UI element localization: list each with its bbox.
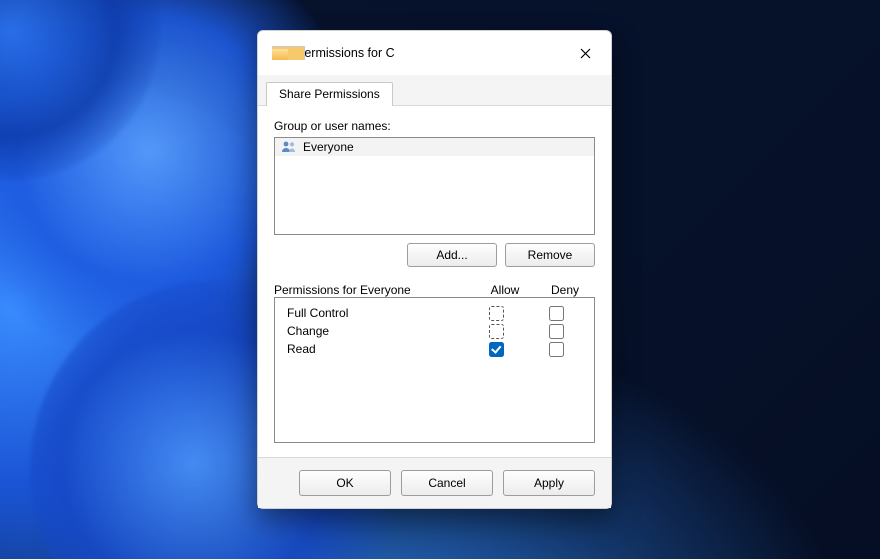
allow-checkbox-read[interactable] bbox=[489, 342, 504, 357]
deny-checkbox-full-control[interactable] bbox=[549, 306, 564, 321]
apply-button[interactable]: Apply bbox=[503, 470, 595, 496]
cancel-button[interactable]: Cancel bbox=[401, 470, 493, 496]
dialog-title: Permissions for C bbox=[296, 46, 565, 60]
permissions-for-label: Permissions for Everyone bbox=[274, 283, 475, 297]
tab-body: Group or user names: Everyone Add bbox=[258, 106, 611, 457]
remove-button[interactable]: Remove bbox=[505, 243, 595, 267]
close-icon bbox=[580, 48, 591, 59]
permission-row: Full Control bbox=[283, 304, 586, 322]
allow-checkbox-change[interactable] bbox=[489, 324, 504, 339]
permission-name: Full Control bbox=[283, 306, 466, 320]
folder-icon bbox=[272, 46, 288, 60]
principals-listbox[interactable]: Everyone bbox=[274, 137, 595, 235]
tab-strip: Share Permissions bbox=[258, 75, 611, 106]
permission-name: Change bbox=[283, 324, 466, 338]
group-label: Group or user names: bbox=[274, 119, 595, 133]
permission-row: Change bbox=[283, 322, 586, 340]
close-button[interactable] bbox=[565, 38, 605, 68]
titlebar: Permissions for C bbox=[258, 31, 611, 75]
desktop-wallpaper: Permissions for C Share Permissions Grou… bbox=[0, 0, 880, 559]
permission-name: Read bbox=[283, 342, 466, 356]
column-deny: Deny bbox=[535, 283, 595, 297]
permissions-dialog: Permissions for C Share Permissions Grou… bbox=[257, 30, 612, 509]
principal-row[interactable]: Everyone bbox=[275, 138, 594, 156]
users-icon bbox=[281, 140, 297, 154]
principal-name: Everyone bbox=[303, 140, 354, 154]
permissions-listbox: Full Control Change Read bbox=[274, 297, 595, 443]
permission-row: Read bbox=[283, 340, 586, 358]
column-allow: Allow bbox=[475, 283, 535, 297]
ok-button[interactable]: OK bbox=[299, 470, 391, 496]
deny-checkbox-change[interactable] bbox=[549, 324, 564, 339]
tab-share-permissions[interactable]: Share Permissions bbox=[266, 82, 393, 106]
dialog-footer: OK Cancel Apply bbox=[258, 457, 611, 508]
allow-checkbox-full-control[interactable] bbox=[489, 306, 504, 321]
add-button[interactable]: Add... bbox=[407, 243, 497, 267]
deny-checkbox-read[interactable] bbox=[549, 342, 564, 357]
